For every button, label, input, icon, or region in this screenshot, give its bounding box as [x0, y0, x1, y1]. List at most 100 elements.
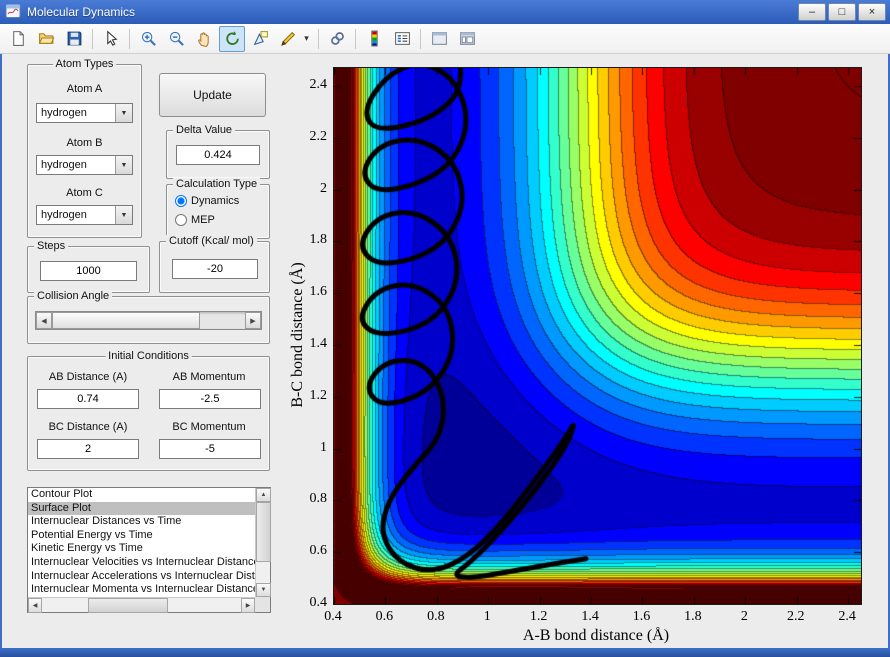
window-title: Molecular Dynamics	[27, 5, 136, 19]
new-figure-icon[interactable]	[5, 26, 31, 52]
link-plot-icon[interactable]	[324, 26, 350, 52]
chevron-down-icon[interactable]: ▼	[115, 104, 132, 122]
list-item[interactable]: Internuclear Accelerations vs Internucle…	[28, 570, 255, 584]
window-bottom-border	[0, 648, 890, 657]
y-tick-label: 1.6	[309, 284, 328, 300]
brush-menu-caret-icon[interactable]: ▾	[300, 26, 313, 52]
update-button[interactable]: Update	[159, 73, 266, 117]
slider-left-arrow-icon[interactable]: ◀	[36, 312, 52, 329]
list-item[interactable]: Internuclear Distances vs Time	[28, 515, 255, 529]
toolbar-separator	[318, 28, 319, 49]
scroll-right-icon[interactable]: ▶	[241, 598, 255, 613]
atom-b-dropdown[interactable]: hydrogen ▼	[36, 155, 133, 175]
atom-a-value: hydrogen	[41, 107, 87, 119]
scroll-up-icon[interactable]: ▲	[256, 488, 271, 502]
save-figure-icon[interactable]	[61, 26, 87, 52]
x-tick-label: 0.8	[427, 609, 445, 624]
open-file-icon[interactable]	[33, 26, 59, 52]
steps-group: Steps	[27, 240, 150, 293]
zoom-in-icon[interactable]	[135, 26, 161, 52]
bc-momentum-label: BC Momentum	[172, 421, 246, 433]
y-tick-label: 2.2	[309, 128, 328, 144]
list-item[interactable]: Potential Energy vs Time	[28, 529, 255, 543]
hide-plot-tools-icon[interactable]	[426, 26, 452, 52]
y-tick-label: 1	[320, 439, 327, 455]
atom-types-group: Atom Types Atom A hydrogen ▼ Atom B hydr…	[27, 58, 142, 238]
bc-momentum-input[interactable]	[159, 439, 261, 459]
toolbar-separator	[420, 28, 421, 49]
list-item[interactable]: Surface Plot	[28, 501, 255, 516]
vscroll-thumb[interactable]	[256, 502, 271, 562]
atom-types-title: Atom Types	[52, 58, 117, 70]
atom-c-dropdown[interactable]: hydrogen ▼	[36, 205, 133, 225]
collision-angle-slider[interactable]: ◀ ▶	[35, 311, 262, 330]
x-tick-label: 1.2	[529, 609, 548, 624]
ab-distance-input[interactable]	[37, 389, 139, 409]
list-item[interactable]: Internuclear Velocities vs Internuclear …	[28, 556, 255, 570]
maximize-button[interactable]: □	[828, 3, 856, 21]
listbox-hscrollbar[interactable]: ◀ ▶	[28, 597, 255, 613]
y-tick-label: 1.4	[309, 336, 328, 352]
bc-distance-input[interactable]	[37, 439, 139, 459]
cutoff-input[interactable]	[172, 259, 258, 279]
scroll-down-icon[interactable]: ▼	[256, 583, 271, 597]
x-tick-label: 0.4	[324, 609, 342, 624]
dynamics-radio[interactable]	[175, 195, 187, 207]
close-button[interactable]: ×	[858, 3, 886, 21]
toolbar: ▾	[0, 24, 890, 54]
x-tick-label: 1	[483, 609, 491, 624]
atom-b-value: hydrogen	[41, 159, 87, 171]
data-cursor-icon[interactable]	[247, 26, 273, 52]
insert-colorbar-icon[interactable]	[361, 26, 387, 52]
slider-right-arrow-icon[interactable]: ▶	[245, 312, 261, 329]
list-item[interactable]: Kinetic Energy vs Time	[28, 542, 255, 556]
zoom-out-icon[interactable]	[163, 26, 189, 52]
window-border-left	[0, 0, 2, 657]
delta-value-input[interactable]	[176, 145, 260, 165]
slider-thumb[interactable]	[52, 312, 200, 329]
scroll-left-icon[interactable]: ◀	[28, 598, 42, 613]
plot-type-listbox[interactable]: Contour Plot Surface Plot Internuclear Dis…	[27, 487, 271, 613]
x-tick-label: 1.8	[684, 609, 702, 624]
show-plot-tools-icon[interactable]	[454, 26, 480, 52]
window-controls: – □ ×	[798, 3, 886, 21]
minimize-button[interactable]: –	[798, 3, 826, 21]
steps-input[interactable]	[40, 261, 137, 281]
y-tick-label: 0.8	[309, 491, 328, 507]
dynamics-radio-label: Dynamics	[191, 195, 240, 207]
calc-type-option-mep[interactable]: MEP	[175, 214, 215, 226]
list-item[interactable]: Internuclear Momenta vs Internuclear Dis…	[28, 583, 255, 597]
title-bar[interactable]: Molecular Dynamics – □ ×	[0, 0, 890, 24]
atom-a-dropdown[interactable]: hydrogen ▼	[36, 103, 133, 123]
initial-conditions-title: Initial Conditions	[105, 350, 192, 362]
rotate-3d-icon[interactable]	[219, 25, 245, 52]
insert-legend-icon[interactable]	[389, 26, 415, 52]
plot-area[interactable]	[333, 67, 862, 605]
atom-a-label: Atom A	[66, 83, 103, 95]
brush-icon[interactable]	[275, 26, 301, 52]
pes-canvas[interactable]	[334, 68, 861, 604]
hscroll-thumb[interactable]	[88, 598, 168, 613]
edit-plot-icon[interactable]	[98, 26, 124, 52]
x-tick-label: 2.4	[838, 609, 856, 624]
atom-c-label: Atom C	[66, 187, 103, 199]
ab-momentum-input[interactable]	[159, 389, 261, 409]
mep-radio[interactable]	[175, 214, 187, 226]
listbox-items: Contour Plot Surface Plot Internuclear Dis…	[28, 488, 255, 597]
list-item[interactable]: Contour Plot	[28, 488, 255, 502]
y-tick-label: 0.6	[309, 543, 328, 559]
chevron-down-icon[interactable]: ▼	[115, 156, 132, 174]
listbox-vscrollbar[interactable]: ▲ ▼	[255, 488, 271, 597]
app-window: Molecular Dynamics – □ × ▾ Atom Types At…	[0, 0, 890, 657]
y-tick-label: 1.2	[309, 387, 328, 403]
calculation-type-group: Calculation Type Dynamics MEP	[166, 178, 270, 239]
y-tick-label: 1.8	[309, 232, 328, 248]
pan-icon[interactable]	[191, 26, 217, 52]
calculation-type-title: Calculation Type	[173, 178, 261, 190]
x-tick-label: 2	[740, 609, 748, 624]
y-tick-label: 2	[320, 180, 327, 196]
calc-type-option-dynamics[interactable]: Dynamics	[175, 195, 239, 207]
bc-distance-label: BC Distance (A)	[48, 421, 128, 433]
mep-radio-label: MEP	[191, 214, 215, 226]
chevron-down-icon[interactable]: ▼	[115, 206, 132, 224]
